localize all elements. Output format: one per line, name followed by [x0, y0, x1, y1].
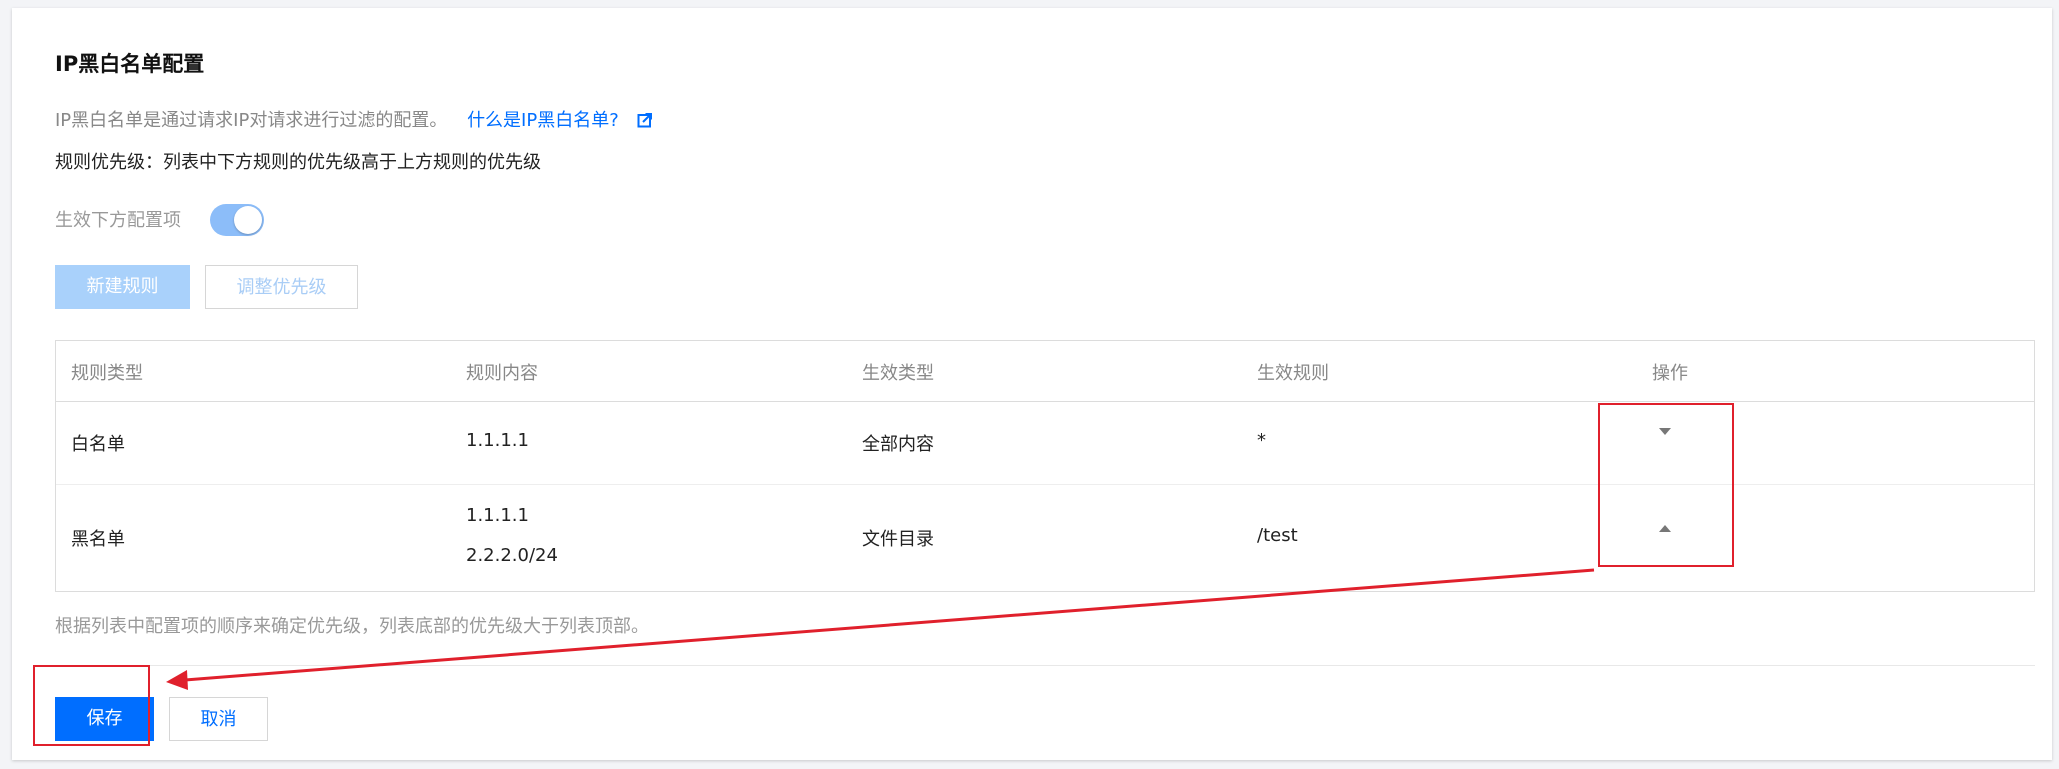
divider [55, 665, 2035, 666]
table-header: 规则类型 规则内容 生效类型 生效规则 操作 [56, 341, 2034, 402]
cell-rule-type: 黑名单 [71, 529, 125, 550]
annotation-box-save [33, 665, 150, 746]
annotation-box-actions [1598, 403, 1734, 567]
page-title: IP黑白名单配置 [55, 52, 205, 76]
column-header-content: 规则内容 [466, 363, 538, 384]
priority-note: 规则优先级：列表中下方规则的优先级高于上方规则的优先级 [55, 152, 541, 173]
cell-rule-content: 1.1.1.1 [466, 430, 529, 451]
adjust-priority-button[interactable]: 调整优先级 [205, 265, 358, 309]
toggle-knob [234, 206, 262, 234]
cell-rule-type: 白名单 [71, 434, 125, 455]
column-header-effect-rule: 生效规则 [1257, 363, 1329, 384]
cell-effect-type: 文件目录 [862, 529, 934, 550]
help-link-label: 什么是IP黑白名单? [467, 110, 619, 131]
new-rule-button[interactable]: 新建规则 [55, 265, 190, 309]
column-header-action: 操作 [1652, 363, 1688, 384]
table-row: 黑名单 1.1.1.1 2.2.2.0/24 文件目录 /test [56, 485, 2034, 591]
external-link-icon [637, 113, 652, 128]
cell-effect-rule: /test [1257, 525, 1298, 546]
rules-table: 规则类型 规则内容 生效类型 生效规则 操作 白名单 1.1.1.1 全部内容 … [55, 340, 2035, 592]
cancel-button[interactable]: 取消 [169, 697, 268, 741]
footnote: 根据列表中配置项的顺序来确定优先级，列表底部的优先级大于列表顶部。 [55, 616, 649, 637]
config-card: IP黑白名单配置 IP黑白名单是通过请求IP对请求进行过滤的配置。 什么是IP黑… [12, 8, 2052, 760]
cell-rule-content: 2.2.2.0/24 [466, 545, 558, 566]
column-header-type: 规则类型 [71, 363, 143, 384]
table-row: 白名单 1.1.1.1 全部内容 * [56, 402, 2034, 485]
description: IP黑白名单是通过请求IP对请求进行过滤的配置。 什么是IP黑白名单? [55, 106, 653, 132]
toggle-label: 生效下方配置项 [55, 210, 181, 231]
cell-rule-content: 1.1.1.1 [466, 505, 529, 526]
cell-effect-rule: * [1257, 430, 1266, 451]
help-link[interactable]: 什么是IP黑白名单? [467, 110, 652, 131]
cell-effect-type: 全部内容 [862, 434, 934, 455]
enable-config-toggle[interactable] [210, 204, 264, 236]
description-text: IP黑白名单是通过请求IP对请求进行过滤的配置。 [55, 110, 448, 131]
column-header-effect-type: 生效类型 [862, 363, 934, 384]
